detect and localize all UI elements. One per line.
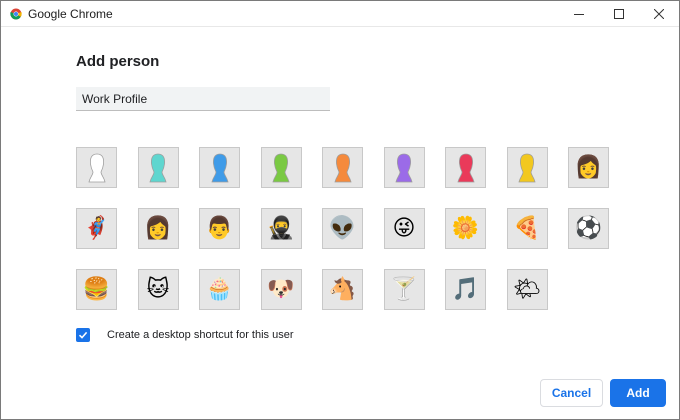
avatar-margarita[interactable]: 🍸	[383, 269, 425, 310]
add-person-dialog: Add person 👩 🦸 👩 👨 🥷 👽 😜 🌼 🍕 ⚽ 🍔 🐱 🧁 🐶 🐴 🍸 🎵 🌤 Create a d…	[1, 27, 679, 419]
silhouette-icon	[395, 153, 413, 182]
avatar-generic-green[interactable]	[260, 147, 302, 188]
pizza-icon: 🍕	[513, 215, 541, 241]
maximize-button[interactable]	[599, 1, 639, 26]
avatar-secret-agent[interactable]: 👩	[568, 147, 609, 188]
note-icon: 🎵	[451, 276, 480, 302]
horse-icon: 🐴	[328, 276, 357, 302]
window-controls	[559, 1, 679, 26]
ninja-icon: 🥷	[267, 215, 295, 241]
cupcake-icon: 🧁	[205, 276, 234, 302]
avatar-generic-orange[interactable]	[322, 147, 363, 188]
close-button[interactable]	[639, 1, 679, 26]
maximize-icon	[614, 8, 624, 19]
sun-cloud-icon: 🌤	[513, 276, 541, 302]
minimize-button[interactable]	[559, 1, 599, 26]
avatar-cupcake[interactable]: 🧁	[199, 269, 240, 310]
avatar-sun-cloud[interactable]: 🌤	[506, 269, 548, 310]
silhouette-icon	[149, 153, 167, 182]
avatar-ninja[interactable]: 🥷	[260, 208, 302, 249]
title-bar[interactable]: Google Chrome	[1, 1, 679, 27]
avatar-awesome[interactable]: 😜	[383, 208, 425, 249]
avatar-burger[interactable]: 🍔	[76, 269, 117, 310]
avatar-horse[interactable]: 🐴	[322, 269, 363, 310]
silhouette-icon	[518, 153, 536, 182]
avatar-businessman[interactable]: 👨	[199, 208, 240, 249]
cat-icon: 🐱	[146, 276, 170, 302]
avatar-flower[interactable]: 🌼	[445, 208, 486, 249]
avatar-generic-red[interactable]	[445, 147, 486, 188]
avatar-generic-white[interactable]	[76, 147, 117, 188]
close-icon	[654, 8, 664, 19]
dog-icon: 🐶	[267, 276, 295, 302]
avatar-soccer[interactable]: ⚽	[568, 208, 609, 249]
silhouette-icon	[88, 153, 105, 182]
add-button[interactable]: Add	[610, 379, 666, 407]
avatar-superhero[interactable]: 🦸	[76, 208, 117, 249]
avatar-alien[interactable]: 👽	[322, 208, 363, 249]
avatar-generic-cyan[interactable]	[137, 147, 179, 188]
avatar-cat[interactable]: 🐱	[137, 269, 179, 310]
silhouette-icon	[457, 153, 474, 182]
avatar-generic-blue[interactable]	[199, 147, 240, 188]
avatar-grid: 👩 🦸 👩 👨 🥷 👽 😜 🌼 🍕 ⚽ 🍔 🐱 🧁 🐶 🐴 🍸 🎵 🌤	[76, 147, 616, 310]
volleyball-player-icon: 👩	[144, 215, 172, 241]
desktop-shortcut-checkbox[interactable]	[76, 328, 90, 342]
superhero-icon: 🦸	[82, 215, 111, 241]
avatar-generic-yellow[interactable]	[506, 147, 548, 188]
avatar-note[interactable]: 🎵	[445, 269, 486, 310]
burger-icon: 🍔	[82, 276, 111, 302]
silhouette-icon	[334, 153, 351, 182]
profile-name-input[interactable]	[76, 87, 330, 111]
chrome-logo-icon	[10, 8, 22, 19]
avatar-generic-purple[interactable]	[383, 147, 425, 188]
awesome-icon: 😜	[392, 215, 416, 241]
avatar-dog[interactable]: 🐶	[260, 269, 302, 310]
alien-icon: 👽	[328, 215, 357, 241]
desktop-shortcut-label: Create a desktop shortcut for this user	[107, 329, 294, 341]
minimize-icon	[574, 13, 584, 15]
avatar-pizza[interactable]: 🍕	[506, 208, 548, 249]
secret-agent-icon: 👩	[574, 154, 603, 180]
flower-icon: 🌼	[451, 215, 480, 241]
businessman-icon: 👨	[205, 215, 234, 241]
silhouette-icon	[211, 153, 228, 182]
avatar-volleyball-player[interactable]: 👩	[137, 208, 179, 249]
window-title: Google Chrome	[28, 6, 113, 21]
desktop-shortcut-row[interactable]: Create a desktop shortcut for this user	[76, 328, 293, 342]
margarita-icon: 🍸	[390, 276, 418, 302]
silhouette-icon	[272, 153, 290, 182]
cancel-button[interactable]: Cancel	[540, 379, 603, 407]
soccer-icon: ⚽	[574, 215, 603, 241]
dialog-heading: Add person	[76, 53, 160, 70]
chrome-window: Google Chrome Add person 👩�	[0, 0, 680, 420]
checkmark-icon	[78, 331, 88, 339]
